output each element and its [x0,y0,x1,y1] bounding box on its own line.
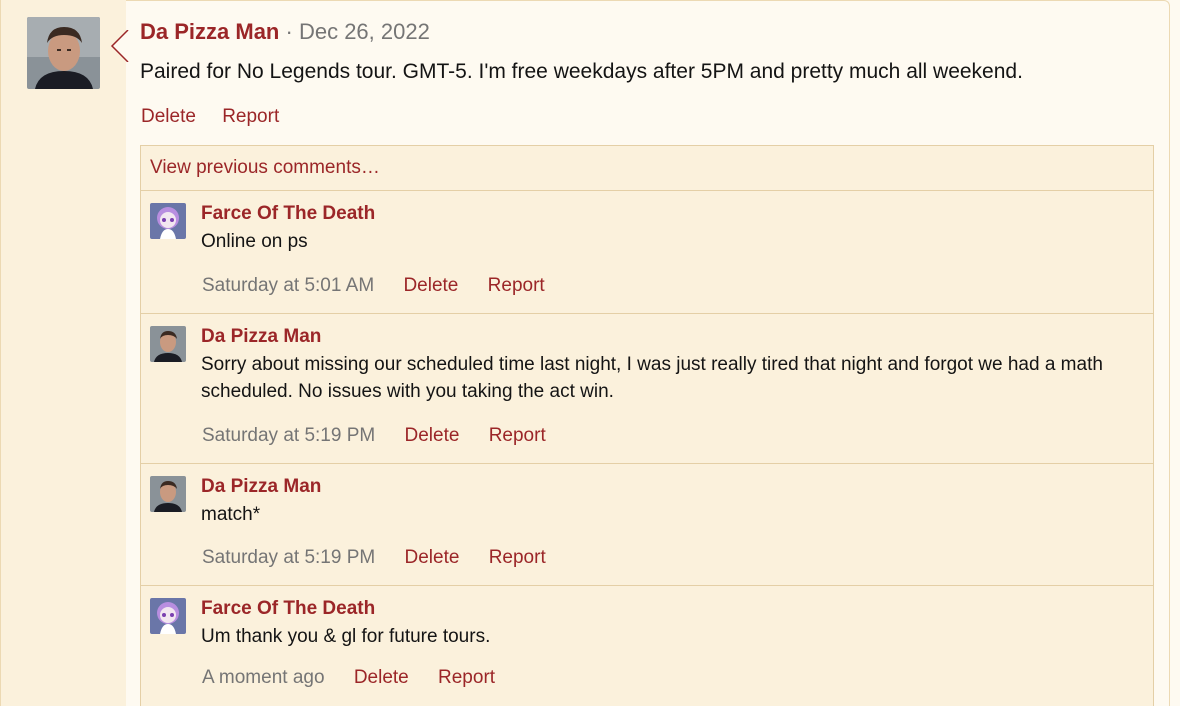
anime-avatar[interactable] [150,598,186,634]
comment-author[interactable]: Da Pizza Man [201,474,321,500]
comment-time[interactable]: Saturday at 5:19 PM [202,425,375,446]
post-delete-link[interactable]: Delete [141,106,196,127]
comment-delete-link[interactable]: Delete [354,667,409,688]
comment-text: Online on ps [201,231,308,252]
comment-report-link[interactable]: Report [488,275,545,296]
comment-author[interactable]: Farce Of The Death [201,201,375,227]
post-report-link[interactable]: Report [222,106,279,127]
comment-report-link[interactable]: Report [438,667,495,688]
comment-text: Um thank you & gl for future tours. [201,626,491,647]
man-avatar[interactable] [150,326,186,362]
comment-delete-link[interactable]: Delete [403,275,458,296]
comment-meta: Saturday at 5:01 AM Delete Report [202,274,569,298]
post-author-column [0,0,126,706]
view-previous-comments-row: View previous comments… [141,146,1153,191]
comment-time[interactable]: Saturday at 5:19 PM [202,547,375,568]
header-separator: · [285,19,293,44]
man-avatar[interactable] [150,476,186,512]
comment-text: match* [201,504,261,525]
comment-report-link[interactable]: Report [489,425,546,446]
comment-time[interactable]: Saturday at 5:01 AM [202,275,374,296]
comment-item: Farce Of The Death Um thank you & gl for… [141,586,1153,706]
comment-meta: Saturday at 5:19 PM Delete Report [202,546,570,570]
post-author-name[interactable]: Da Pizza Man [140,19,279,44]
comment-delete-link[interactable]: Delete [405,425,460,446]
comment-time[interactable]: A moment ago [202,667,325,688]
chevron-left-icon [110,30,129,62]
comment-author[interactable]: Farce Of The Death [201,596,375,622]
post-date[interactable]: Dec 26, 2022 [299,19,430,44]
comment-report-link[interactable]: Report [489,547,546,568]
anime-avatar[interactable] [150,203,186,239]
comment-meta: Saturday at 5:19 PM Delete Report [202,424,570,448]
comment-author[interactable]: Da Pizza Man [201,324,321,350]
post-body-text: Paired for No Legends tour. GMT-5. I'm f… [140,60,1023,83]
comment-item: Da Pizza Man Sorry about missing our sch… [141,314,1153,464]
comment-item: Farce Of The Death Online on ps Saturday… [141,191,1153,314]
post-actions: Delete Report [141,105,300,129]
profile-post-page: Da Pizza Man · Dec 26, 2022 Paired for N… [0,0,1180,706]
author-avatar[interactable] [27,17,100,89]
comment-item: Da Pizza Man match* Saturday at 5:19 PM … [141,464,1153,586]
comment-text: Sorry about missing our scheduled time l… [201,354,1103,402]
comment-delete-link[interactable]: Delete [405,547,460,568]
post-header: Da Pizza Man · Dec 26, 2022 [140,17,430,47]
view-previous-comments-link[interactable]: View previous comments… [150,157,380,178]
comment-meta: A moment ago Delete Report [202,666,519,690]
comments-list: View previous comments… Farce Of The Dea… [140,145,1154,706]
